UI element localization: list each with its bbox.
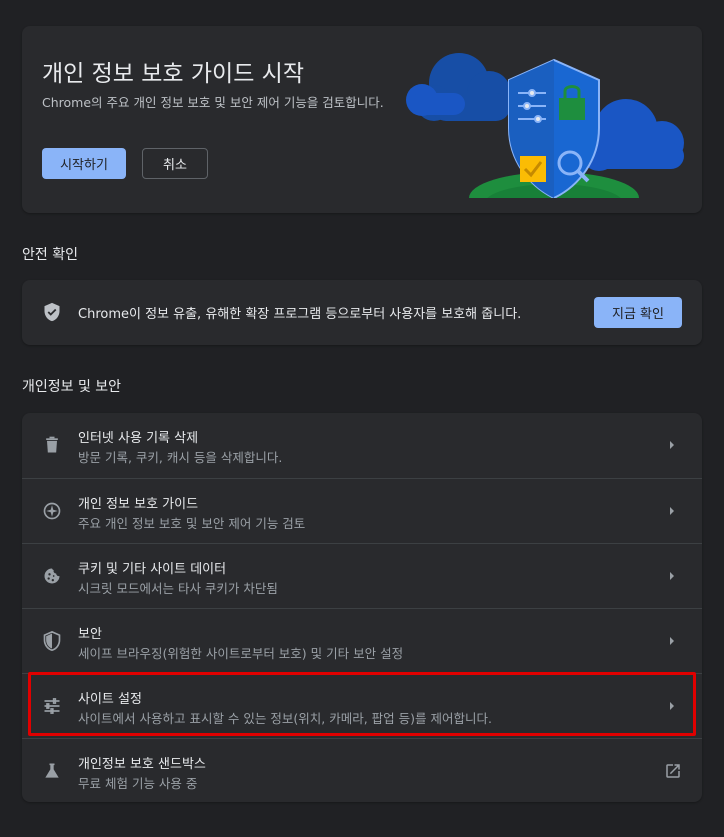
compass-icon	[43, 502, 61, 520]
start-guide-button[interactable]: 시작하기	[42, 148, 126, 179]
trash-icon	[46, 436, 58, 453]
security-row[interactable]: 보안 세이프 브라우징(위험한 사이트로부터 보호) 및 기타 보안 설정	[22, 608, 702, 673]
row-subtitle: 세이프 브라우징(위험한 사이트로부터 보호) 및 기타 보안 설정	[78, 646, 404, 661]
clear-browsing-data-row[interactable]: 인터넷 사용 기록 삭제 방문 기록, 쿠키, 캐시 등을 삭제합니다.	[22, 413, 702, 478]
flask-icon	[45, 763, 59, 778]
sliders-icon	[44, 698, 60, 714]
row-title: 보안	[78, 627, 102, 642]
safety-check-heading: 안전 확인	[22, 247, 78, 263]
row-title: 개인 정보 보호 가이드	[78, 497, 199, 512]
open-external-icon	[666, 764, 680, 778]
shield-icon	[43, 631, 61, 651]
chevron-right-icon	[670, 702, 674, 710]
row-title: 인터넷 사용 기록 삭제	[78, 431, 199, 446]
row-subtitle: 사이트에서 사용하고 표시할 수 있는 정보(위치, 카메라, 팝업 등)를 제…	[78, 711, 492, 726]
row-subtitle: 시크릿 모드에서는 타사 쿠키가 차단됨	[78, 581, 278, 596]
privacy-security-heading: 개인정보 및 보안	[22, 379, 122, 395]
row-subtitle: 주요 개인 정보 보호 및 보안 제어 기능 검토	[78, 516, 306, 531]
row-title: 쿠키 및 기타 사이트 데이터	[78, 562, 227, 577]
promo-description: Chrome의 주요 개인 정보 보호 및 보안 제어 기능을 검토합니다.	[42, 95, 384, 110]
cookies-row[interactable]: 쿠키 및 기타 사이트 데이터 시크릿 모드에서는 타사 쿠키가 차단됨	[22, 543, 702, 608]
privacy-sandbox-row[interactable]: 개인정보 보호 샌드박스 무료 체험 기능 사용 중	[22, 738, 702, 802]
privacy-guide-row[interactable]: 개인 정보 보호 가이드 주요 개인 정보 보호 및 보안 제어 기능 검토	[22, 478, 702, 543]
check-now-button[interactable]: 지금 확인	[594, 297, 682, 328]
row-title: 사이트 설정	[78, 692, 142, 707]
chevron-right-icon	[670, 572, 674, 580]
chevron-right-icon	[670, 637, 674, 645]
row-subtitle: 무료 체험 기능 사용 중	[78, 776, 198, 791]
privacy-guide-promo-card: 개인 정보 보호 가이드 시작 Chrome의 주요 개인 정보 보호 및 보안…	[22, 26, 702, 213]
privacy-security-card: 인터넷 사용 기록 삭제 방문 기록, 쿠키, 캐시 등을 삭제합니다. 개인 …	[22, 413, 702, 802]
safety-check-card: Chrome이 정보 유출, 유해한 확장 프로그램 등으로부터 사용자를 보호…	[22, 280, 702, 345]
cookie-icon	[44, 568, 60, 584]
privacy-guide-illustration	[406, 53, 684, 198]
cancel-button[interactable]: 취소	[142, 148, 208, 179]
safety-check-description: Chrome이 정보 유출, 유해한 확장 프로그램 등으로부터 사용자를 보호…	[78, 307, 522, 322]
row-subtitle: 방문 기록, 쿠키, 캐시 등을 삭제합니다.	[78, 450, 283, 465]
shield-check-icon	[44, 302, 60, 322]
promo-title: 개인 정보 보호 가이드 시작	[42, 61, 305, 87]
chevron-right-icon	[670, 441, 674, 449]
chevron-right-icon	[670, 507, 674, 515]
row-title: 개인정보 보호 샌드박스	[78, 757, 206, 772]
site-settings-row[interactable]: 사이트 설정 사이트에서 사용하고 표시할 수 있는 정보(위치, 카메라, 팝…	[22, 673, 702, 738]
